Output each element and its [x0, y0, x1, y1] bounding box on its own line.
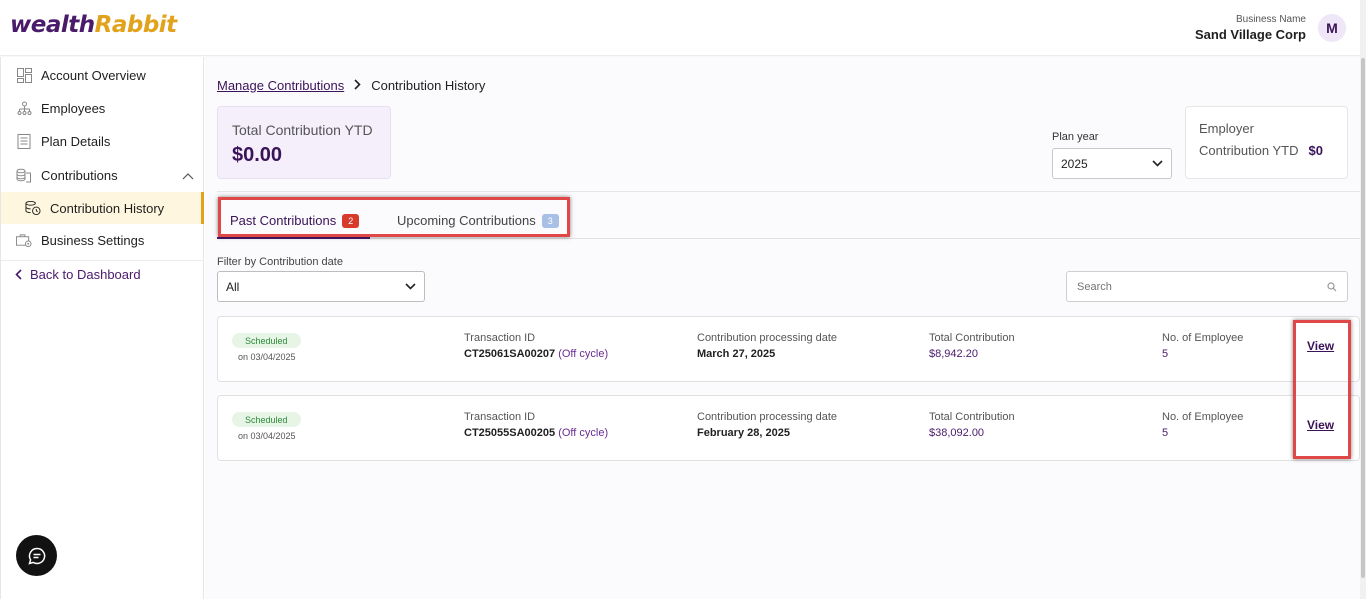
avatar[interactable]: M: [1318, 14, 1346, 42]
sidebar-item-label: Account Overview: [41, 67, 146, 83]
sidebar-item-business-settings[interactable]: Business Settings: [1, 224, 204, 256]
breadcrumb: Manage Contributions Contribution Histor…: [217, 78, 485, 93]
filter-value: All: [226, 279, 240, 294]
contribution-card: Scheduled on 03/04/2025 Transaction ID C…: [217, 395, 1360, 461]
logo-text-wealth: wealth: [10, 12, 95, 38]
off-cycle-tag: (Off cycle): [558, 348, 609, 360]
employee-count-value: 5: [1162, 348, 1169, 360]
processing-date: February 28, 2025: [697, 427, 790, 439]
sidebar-item-contributions[interactable]: Contributions: [1, 159, 204, 191]
contribution-date-filter-select[interactable]: All: [217, 271, 425, 302]
plan-year-select[interactable]: 2025: [1052, 148, 1172, 179]
section-divider: [217, 191, 1360, 192]
search-box[interactable]: [1066, 271, 1348, 302]
document-icon: [16, 133, 32, 149]
transaction-id: CT25055SA00205: [464, 427, 556, 439]
employer-ytd-value: $0: [1308, 143, 1323, 158]
off-cycle-tag: (Off cycle): [558, 427, 609, 439]
chevron-down-icon: [1152, 160, 1163, 167]
sidebar-item-label: Contributions: [41, 167, 118, 183]
scheduled-date: on 03/04/2025: [238, 352, 296, 362]
chat-bubble-icon: [27, 547, 46, 565]
processing-date-label: Contribution processing date: [697, 411, 838, 423]
breadcrumb-manage-contributions-link[interactable]: Manage Contributions: [217, 78, 344, 93]
contribution-card: Scheduled on 03/04/2025 Transaction ID C…: [217, 316, 1360, 382]
sidebar-divider: [1, 260, 204, 261]
search-input[interactable]: [1077, 280, 1297, 293]
chevron-up-icon[interactable]: [182, 168, 194, 183]
logo-text-rabbit: Rabbit: [94, 12, 178, 38]
total-contribution-column: Total Contribution $8,942.20: [929, 332, 1015, 360]
history-coins-icon: [25, 200, 41, 216]
transaction-id-label: Transaction ID: [464, 411, 536, 423]
sidebar-item-label: Employees: [41, 100, 106, 116]
employer-label: Employer: [1199, 121, 1254, 136]
scrollbar-thumb[interactable]: [1361, 58, 1365, 578]
chevron-right-icon: [354, 78, 361, 93]
search-icon[interactable]: [1327, 281, 1337, 292]
back-to-dashboard-label: Back to Dashboard: [30, 267, 141, 282]
main-content: Manage Contributions Contribution Histor…: [205, 57, 1360, 599]
total-contribution-label: Total Contribution: [929, 332, 1015, 344]
employer-ytd-label: Contribution YTD: [1199, 143, 1299, 158]
employee-count-label: No. of Employee: [1162, 411, 1244, 423]
sidebar-item-label: Plan Details: [41, 133, 111, 149]
employee-count-value: 5: [1162, 427, 1169, 439]
breadcrumb-current: Contribution History: [371, 78, 486, 93]
plan-year-label: Plan year: [1052, 131, 1099, 143]
employer-contribution-card: Employer Contribution YTD $0: [1185, 106, 1348, 179]
sidebar-item-label: Business Settings: [41, 232, 145, 248]
sidebar: Account Overview Employees Plan Details …: [0, 57, 204, 599]
ytd-label: Total Contribution YTD: [232, 122, 373, 138]
briefcase-gear-icon: [16, 232, 32, 248]
employee-count-column: No. of Employee 5: [1162, 332, 1243, 360]
status-badge: Scheduled: [232, 412, 301, 427]
chat-button[interactable]: [16, 535, 57, 576]
view-links-highlight-box: [1293, 320, 1351, 459]
page-scrollbar[interactable]: [1360, 0, 1366, 599]
chevron-left-icon: [15, 269, 22, 280]
processing-date-label: Contribution processing date: [697, 332, 838, 344]
transaction-id: CT25061SA00207: [464, 348, 556, 360]
total-contribution-column: Total Contribution $38,092.00: [929, 411, 1015, 439]
transaction-id-label: Transaction ID: [464, 332, 536, 344]
employee-count-column: No. of Employee 5: [1162, 411, 1243, 439]
sidebar-item-account-overview[interactable]: Account Overview: [1, 59, 204, 91]
business-info: Business Name Sand Village Corp: [1195, 14, 1306, 42]
total-contribution-value: $8,942.20: [929, 348, 978, 360]
active-tab-indicator: [217, 237, 370, 239]
total-contribution-value: $38,092.00: [929, 427, 985, 439]
processing-date: March 27, 2025: [697, 348, 776, 360]
status-badge: Scheduled: [232, 333, 301, 348]
business-name-label: Business Name: [1235, 14, 1306, 25]
tabs-highlight-box: [218, 197, 570, 237]
org-chart-icon: [16, 100, 32, 116]
sidebar-item-contribution-history[interactable]: Contribution History: [1, 192, 204, 224]
sidebar-item-plan-details[interactable]: Plan Details: [1, 125, 204, 157]
total-contribution-ytd-card: Total Contribution YTD $0.00: [217, 106, 391, 179]
processing-date-column: Contribution processing date February 28…: [697, 411, 837, 439]
top-header: wealthRabbit Business Name Sand Village …: [0, 0, 1366, 56]
sidebar-item-label: Contribution History: [50, 200, 165, 216]
chevron-down-icon: [405, 283, 416, 290]
ytd-value: $0.00: [232, 144, 283, 166]
scheduled-date: on 03/04/2025: [238, 431, 296, 441]
business-name: Sand Village Corp: [1194, 27, 1306, 42]
plan-year-value: 2025: [1061, 156, 1088, 171]
employee-count-label: No. of Employee: [1162, 332, 1244, 344]
coins-icon: [16, 167, 32, 183]
transaction-id-column: Transaction ID CT25061SA00207 (Off cycle…: [464, 332, 608, 360]
sidebar-item-employees[interactable]: Employees: [1, 92, 204, 124]
back-to-dashboard-link[interactable]: Back to Dashboard: [15, 267, 141, 282]
total-contribution-label: Total Contribution: [929, 411, 1015, 423]
grid-icon: [16, 67, 32, 83]
filter-label: Filter by Contribution date: [217, 256, 343, 268]
wealthrabbit-logo[interactable]: wealthRabbit: [10, 12, 177, 38]
processing-date-column: Contribution processing date March 27, 2…: [697, 332, 837, 360]
transaction-id-column: Transaction ID CT25055SA00205 (Off cycle…: [464, 411, 608, 439]
